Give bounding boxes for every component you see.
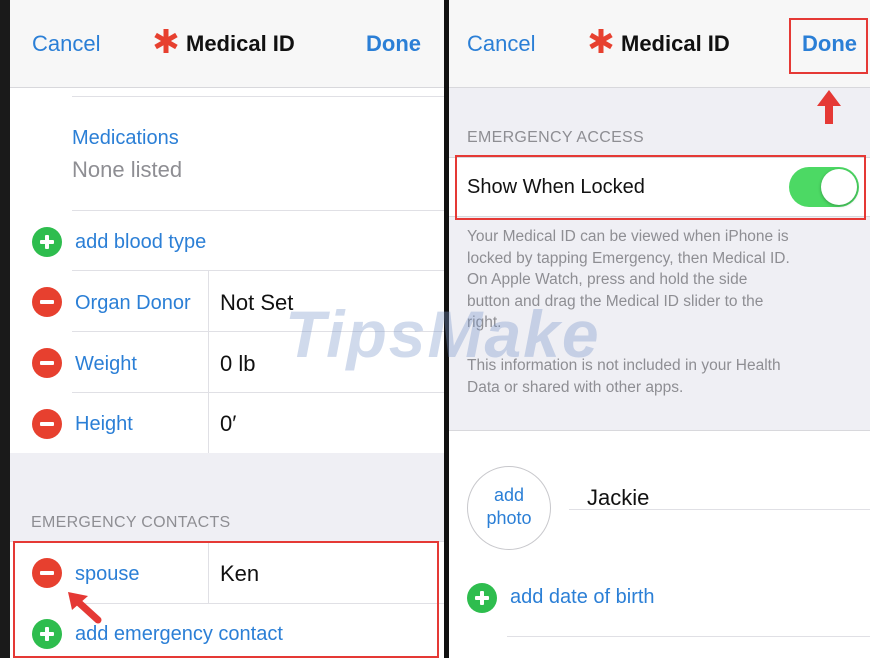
separator: [72, 392, 444, 393]
done-button[interactable]: Done: [366, 31, 421, 57]
right-panel: Cancel Medical ID Done EMERGENCY ACCESS …: [449, 0, 870, 658]
delete-icon[interactable]: [32, 348, 62, 378]
column-divider: [208, 270, 209, 453]
organ-donor-label: Organ Donor: [75, 292, 191, 314]
highlight-box: [455, 155, 866, 220]
weight-value[interactable]: 0 lb: [220, 351, 255, 377]
page-title: Medical ID: [186, 31, 295, 56]
footer-line: Data or shared with other apps.: [467, 378, 684, 396]
footer-line: button and drag the Medical ID slider to…: [467, 292, 764, 310]
cancel-button[interactable]: Cancel: [467, 31, 535, 57]
separator: [569, 509, 870, 510]
add-photo-button[interactable]: add photo: [467, 466, 551, 550]
emergency-access-footer: Your Medical ID can be viewed when iPhon…: [467, 226, 790, 334]
footer-line: locked by tapping Emergency, then Medica…: [467, 249, 790, 267]
red-arrow-icon: [68, 592, 102, 624]
highlight-box: [789, 18, 868, 74]
device-edge: [0, 0, 10, 658]
medications-label: Medications: [72, 127, 179, 149]
left-panel: Cancel Medical ID Done Medications None …: [0, 0, 444, 658]
red-arrow-up-icon: [817, 90, 841, 124]
privacy-footer: This information is not included in your…: [467, 355, 781, 398]
add-icon: [467, 583, 497, 613]
separator: [72, 96, 444, 97]
emergency-access-header: EMERGENCY ACCESS: [467, 129, 644, 146]
organ-donor-value[interactable]: Not Set: [220, 290, 293, 316]
separator: [72, 270, 444, 271]
add-photo-line1: add: [493, 485, 525, 505]
name-field[interactable]: Jackie: [587, 485, 649, 511]
page-title: Medical ID: [621, 31, 730, 56]
add-photo-line2: photo: [486, 508, 532, 528]
separator: [72, 331, 444, 332]
footer-line: Your Medical ID can be viewed when iPhon…: [467, 228, 789, 245]
weight-label: Weight: [75, 353, 137, 375]
add-blood-type-label: add blood type: [75, 231, 207, 253]
footer-line: On Apple Watch, press and hold the side: [467, 271, 748, 288]
height-value[interactable]: 0′: [220, 411, 236, 437]
medications-value[interactable]: None listed: [72, 157, 182, 183]
medical-star-icon: [589, 29, 613, 53]
navigation-bar: Cancel Medical ID Done: [0, 0, 444, 88]
separator: [507, 636, 870, 637]
separator: [72, 210, 444, 211]
footer-line: right.: [467, 314, 502, 331]
add-date-of-birth-label: add date of birth: [510, 586, 655, 608]
delete-icon[interactable]: [32, 409, 62, 439]
medical-star-icon: [154, 29, 178, 53]
add-icon: [32, 227, 62, 257]
cancel-button[interactable]: Cancel: [32, 31, 100, 57]
footer-line: This information is not included in your…: [467, 357, 781, 374]
emergency-contacts-header: EMERGENCY CONTACTS: [31, 514, 231, 531]
delete-icon[interactable]: [32, 287, 62, 317]
height-label: Height: [75, 413, 133, 435]
